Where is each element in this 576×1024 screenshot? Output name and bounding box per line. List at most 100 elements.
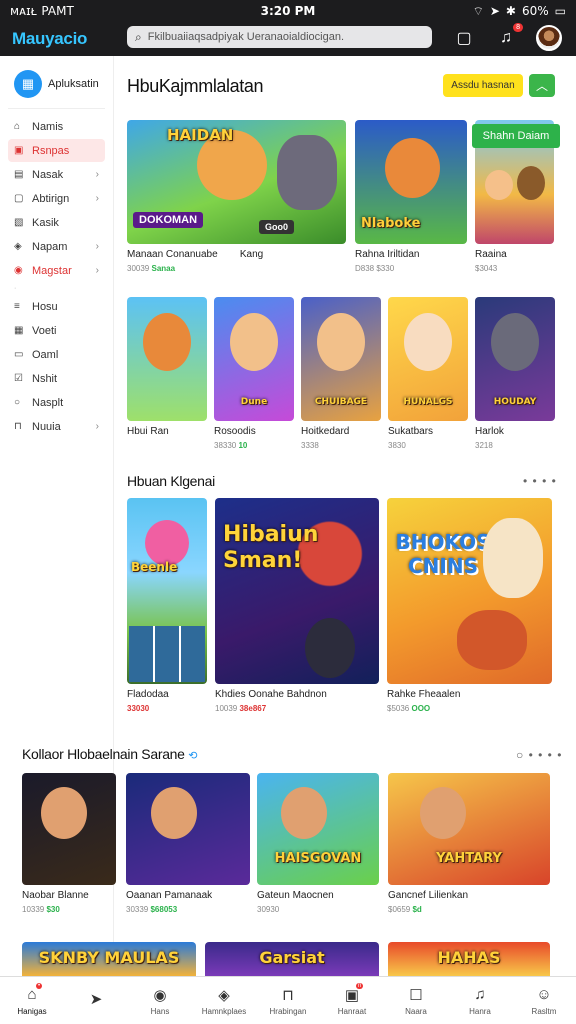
nav-item-2[interactable]: ◉ Hans [128,977,192,1024]
bluetooth-icon: ✱ [505,4,516,18]
game-title: Manaan Conanuabe Kang [127,249,264,260]
page-title: HbuKajmmlalatan [127,76,264,96]
tag-icon: ◈ [14,241,22,252]
nav-item-5[interactable]: ▣ Hanraat n [320,977,384,1024]
sidebar-item-3[interactable]: ▢ Abtirign › [8,187,105,210]
sidebar-item-label: Kasik [32,216,59,229]
nav-label: Rasltm [531,1006,557,1016]
game-thumbnail: BHOKOS CNINS [387,498,552,684]
game-card[interactable]: Hibaiun Sman! Khdies Oonahe Bahdnon 1003… [215,498,379,713]
game-card[interactable]: Oaanan Pamanaak 30339 $68053 [126,773,250,914]
game-card[interactable]: HAISGOVAN Gateun Maocnen 30930 [257,773,379,914]
more-options-icon[interactable]: ○ • • • • [516,748,562,762]
character-art [277,135,337,210]
chevron-up-icon[interactable]: ︿ [529,74,555,97]
chevron-right-icon: › [95,241,99,252]
calendar-icon: ▤ [14,169,24,180]
apps-icon: ▦ [14,70,42,98]
section-title: Hbuan Klgenai [127,473,215,489]
bell-icon[interactable]: ♫ 8 [494,23,523,50]
search-input[interactable]: ⌕ Fkilbuaiiaqsadpiyak Ueranaoialdiocigan… [127,26,432,48]
sidebar-header[interactable]: ▦ Apluksatin [0,56,113,108]
sidebar-item-12[interactable]: ⊓ Nuuia › [8,415,105,438]
game-card[interactable]: Hbui Ran [127,297,207,441]
game-card[interactable]: Naobar Blanne 10339 $30 [22,773,116,914]
check-icon: ☑ [14,373,23,384]
sidebar-header-label: Apluksatin [48,78,99,90]
sidebar-item-8[interactable]: ▦ Voeti [8,319,105,342]
game-card[interactable]: Dune Rosoodis 38330 10 [214,297,294,450]
sidebar-item-label: Voeti [32,324,57,337]
sidebar-item-label: Nasak [32,168,64,181]
sidebar-item-9[interactable]: ▭ Oaml [8,343,105,366]
game-logo: BHOKOS CNINS [395,530,491,578]
grid-icon: ▦ [14,325,24,336]
sidebar-item-label: Nuuia [32,420,61,433]
game-thumbnail[interactable]: HAHAS [388,942,550,976]
character-art [143,313,191,371]
nav-item-4[interactable]: ⊓ Hrabingan [256,977,320,1024]
sidebar-item-label: Oaml [32,348,59,361]
game-card[interactable]: CHUIBAGE Hoitkedard 3338 [301,297,381,450]
app-logo[interactable]: Mauyacio [12,29,124,49]
more-options-icon[interactable]: • • • • [523,474,557,488]
chevron-right-icon: › [95,193,99,204]
home-icon: ⌂ [14,121,21,132]
avatar[interactable] [536,25,562,51]
nav-item-0[interactable]: ⌂ Hanigas • [0,977,64,1024]
game-meta: 30339 $68053 [126,905,178,914]
sidebar-item-0[interactable]: ⌂ Namis [8,115,105,138]
sidebar-item-6[interactable]: ◉ Magstar › [8,259,105,282]
nav-item-3[interactable]: ◈ Hamnkplaes [192,977,256,1024]
game-title: Khdies Oonahe Bahdnon [215,689,327,700]
sidebar-item-4[interactable]: ▧ Kasik [8,211,105,234]
game-logo: Nlaboke [361,216,421,231]
sidebar-item-5[interactable]: ◈ Napam › [8,235,105,258]
game-icon: ◉ [14,265,23,276]
game-card[interactable]: HUNALGS Sukatbars 3830 [388,297,468,450]
game-title: Kang [239,249,264,260]
notification-badge: 8 [513,23,523,32]
game-card[interactable]: HAIDAN DOKOMAN Goo0 Manaan Conanuabe Kan… [127,120,346,273]
link-icon[interactable]: ⟲ [188,750,197,762]
nav-item-7[interactable]: ♫ Hanra [448,977,512,1024]
character-art [457,610,527,670]
nav-item-6[interactable]: ☐ Naara [384,977,448,1024]
clipboard-icon[interactable]: ▢ [452,26,476,50]
featured-badge[interactable]: Shahn Daiam [472,124,560,148]
game-title: Oaanan Pamanaak [126,890,213,901]
sidebar-item-7[interactable]: ≡ Hosu [8,295,105,318]
location-icon: ➤ [489,4,500,18]
game-title: Harlok [475,426,504,437]
nav-badge: • [36,983,43,989]
game-card[interactable]: YAHTARY Gancnef Lilienkan $0659 $d [388,773,550,914]
sidebar-item-label: Abtirign [32,192,70,205]
game-meta: 10039 38e867 [215,704,267,713]
game-meta: 33030 [127,704,150,713]
character-art [517,166,545,200]
nav-label: Hrabingan [269,1006,307,1016]
chevron-right-icon: › [95,169,99,180]
game-thumbnail[interactable]: Garsiat [205,942,379,976]
game-card[interactable]: Beenle Fladodaa 33030 [127,498,207,713]
status-bar: ᴍᴀɪᴌ PAMT 3:20 PM ⌔ ➤ ✱ 60% ▭ [0,0,576,22]
list-icon: ≡ [14,301,20,312]
character-art [483,518,543,598]
character-art [40,787,87,839]
game-logo: Hibaiun Sman! [223,522,319,573]
game-logo: HUNALGS [403,397,453,407]
sidebar-item-1[interactable]: ▣ Rsnpas [8,139,105,162]
game-card[interactable]: BHOKOS CNINS Rahke Fheaalen $5036 OOO [387,498,552,713]
game-thumbnail[interactable]: SKNBY MAULAS [22,942,196,976]
nav-item-1[interactable]: ➤ [64,977,128,1024]
sidebar-item-2[interactable]: ▤ Nasak › [8,163,105,186]
game-card[interactable]: HOUDAY Harlok 3218 [475,297,555,450]
primary-action-button[interactable]: Assdu hasnan [443,74,523,97]
game-thumbnail: Nlaboke [355,120,467,244]
sidebar-item-11[interactable]: ○ Nasplt [8,391,105,414]
store-icon: ▣ [14,145,24,156]
game-card[interactable]: Nlaboke Rahna Iriltidan D838 $330 [355,120,467,273]
sidebar-item-10[interactable]: ☑ Nshit [8,367,105,390]
game-thumbnail: YAHTARY [388,773,550,885]
nav-item-8[interactable]: ☺ Rasltm [512,977,576,1024]
